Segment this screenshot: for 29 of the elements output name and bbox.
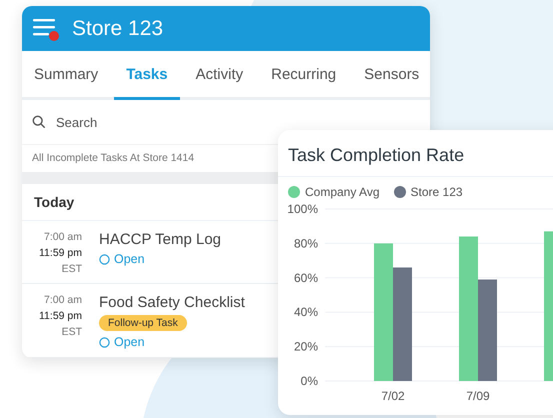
tab[interactable]: Summary (22, 51, 110, 100)
tab[interactable]: Recurring (259, 51, 348, 100)
store-title: Store 123 (72, 16, 164, 40)
tab[interactable]: Activity (184, 51, 256, 100)
status-text: Open (114, 252, 145, 266)
y-axis-label: 20% (294, 340, 318, 354)
end-time: 11:59 pm (39, 310, 82, 322)
x-axis-label: 7/02 (381, 389, 405, 403)
legend-label: Company Avg (305, 185, 380, 199)
y-axis-label: 60% (294, 270, 318, 285)
y-axis-label: 80% (294, 236, 318, 250)
status-circle-icon (99, 254, 110, 264)
start-time: 7:00 am (44, 294, 82, 306)
task-title[interactable]: HACCP Temp Log (99, 231, 222, 248)
start-time: 7:00 am (44, 231, 82, 243)
timezone: EST (62, 326, 82, 338)
status-text: Open (114, 335, 145, 349)
y-axis-label: 0% (300, 374, 318, 388)
end-time: 11:59 pm (39, 247, 82, 259)
timezone: EST (62, 263, 82, 275)
x-axis-label: 7/09 (466, 389, 490, 403)
task-title[interactable]: Food Safety Checklist (99, 294, 245, 311)
follow-up-tag: Follow-up Task (99, 315, 187, 331)
search-icon (32, 115, 46, 129)
tab[interactable]: Sensors (352, 51, 430, 100)
chart-title: Task Completion Rate (278, 130, 553, 177)
status-circle-icon (99, 336, 110, 348)
y-axis-label: 40% (294, 305, 318, 320)
y-axis-label: 100% (287, 202, 318, 216)
